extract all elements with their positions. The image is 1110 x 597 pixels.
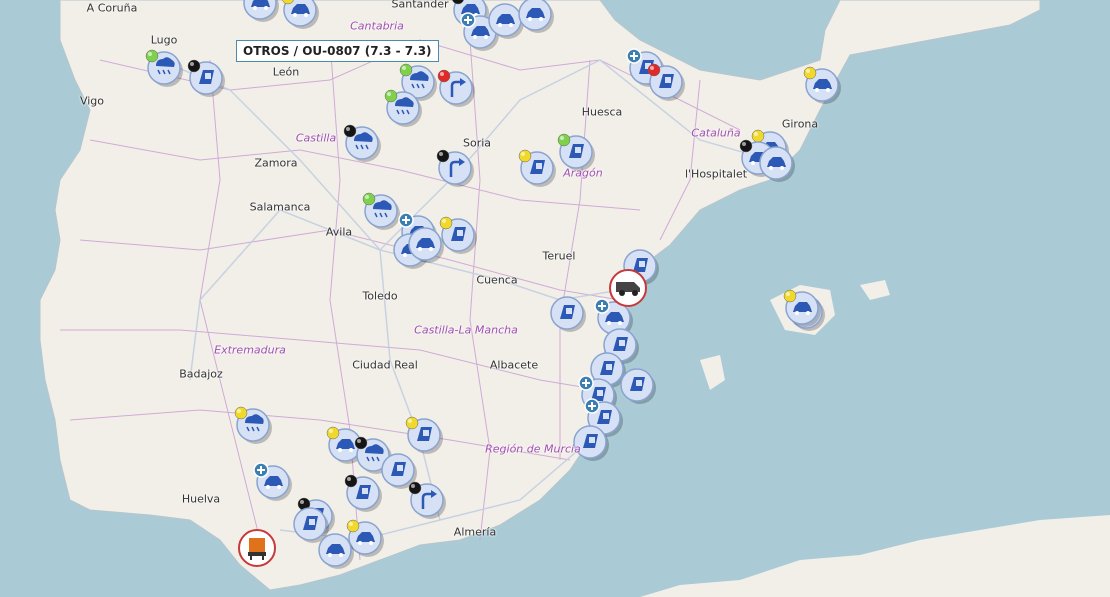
city-label-vigo: Vigo [79,94,105,108]
green-status-dot [399,63,413,77]
city-label-huelva: Huelva [181,492,221,506]
yellow-status-dot [439,216,453,230]
cross-badge-icon [460,12,476,28]
region-label-castilla-la-mancha: Castilla-La Mancha [414,323,518,337]
red-status-dot [647,63,661,77]
black-status-dot [344,474,358,488]
map-canvas[interactable] [0,0,1110,597]
yellow-status-dot [346,519,360,533]
black-status-dot [354,436,368,450]
green-status-dot [362,192,376,206]
city-label-girona: Girona [781,117,819,131]
city-label-salamanca: Salamanca [249,200,311,214]
city-label-zamora: Zamora [254,156,298,170]
black-status-dot [343,124,357,138]
alert-marker-van[interactable] [609,269,647,307]
city-label-cuenca: Cuenca [476,273,518,287]
city-label-avila: Avila [325,225,353,239]
green-status-dot [384,89,398,103]
yellow-status-dot [326,426,340,440]
city-label-santander: Santander [391,0,449,11]
red-status-dot [437,69,451,83]
city-label-a-coru-a: A Coruña [86,1,138,15]
cross-badge-icon [626,48,642,64]
cross-badge-icon [594,298,610,314]
yellow-status-dot [783,289,797,303]
black-status-dot [436,149,450,163]
city-label-l-hospitalet: l'Hospitalet [684,167,748,181]
city-label-toledo: Toledo [362,289,398,303]
cross-badge-icon [398,212,414,228]
yellow-status-dot [405,416,419,430]
city-label-lugo: Lugo [150,33,178,47]
yellow-status-dot [751,129,765,143]
region-label-arag-n: Aragón [563,166,603,180]
city-label-teruel: Teruel [542,249,576,263]
alert-marker-sign[interactable] [238,529,276,567]
incident-tooltip: OTROS / OU-0807 (7.3 - 7.3) [236,40,439,62]
black-status-dot [408,481,422,495]
city-label-soria: Soria [462,136,492,150]
region-label-extremadura: Extremadura [214,343,286,357]
cross-badge-icon [578,375,594,391]
city-label-albacete: Albacete [489,358,539,372]
green-status-dot [145,49,159,63]
black-status-dot [739,139,753,153]
city-label-le-n: León [272,65,300,79]
black-status-dot [187,59,201,73]
city-label-huesca: Huesca [581,105,623,119]
city-label-almer-a: Almería [453,525,497,539]
yellow-status-dot [803,66,817,80]
region-label-catalu-a: Cataluña [691,126,741,140]
region-label-castilla: Castilla [295,131,337,145]
yellow-status-dot [518,149,532,163]
yellow-status-dot [234,406,248,420]
region-label-regi-n-de-murcia: Región de Murcia [485,442,581,456]
green-status-dot [557,133,571,147]
region-label-cantabria: Cantabria [350,19,404,33]
city-label-badajoz: Badajoz [179,367,223,381]
city-label-ciudad-real: Ciudad Real [352,358,418,372]
cross-badge-icon [584,398,600,414]
cross-badge-icon [253,462,269,478]
